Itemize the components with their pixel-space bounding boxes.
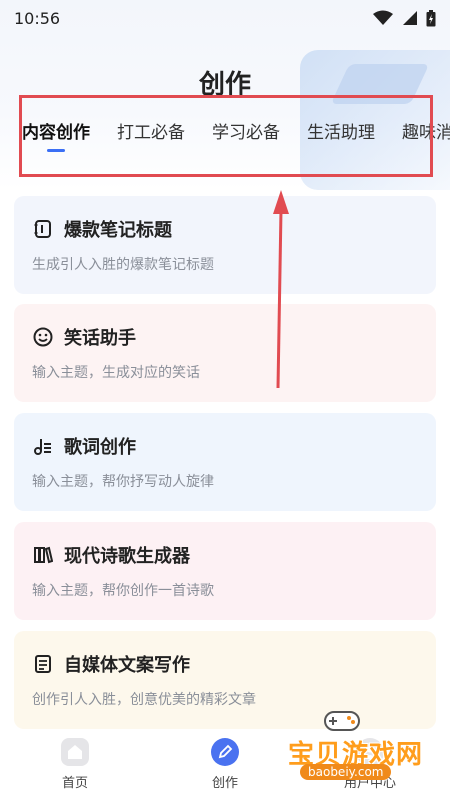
card-title: 笑话助手 [64,328,136,349]
smile-icon [32,326,54,348]
pen-icon [211,738,239,766]
site-watermark: 宝贝游戏网 baobeiy.com [272,698,442,788]
card-joke-assistant[interactable]: 笑话助手 输入主题，生成对应的笑话 [14,304,436,402]
annotation-highlight-box [19,95,433,177]
annotation-arrow [273,190,289,389]
card-title: 歌词创作 [64,437,136,458]
nav-create[interactable]: 创作 [190,738,260,791]
card-description: 输入主题，帮你创作一首诗歌 [32,583,214,599]
wifi-icon [373,10,393,25]
nav-home[interactable]: 首页 [40,738,110,791]
gamepad-icon [324,711,360,731]
card-description: 输入主题，生成对应的笑话 [32,365,200,381]
card-title: 自媒体文案写作 [64,655,190,676]
card-description: 输入主题，帮你抒写动人旋律 [32,474,214,490]
signal-icon [403,11,417,25]
card-lyrics-creation[interactable]: 歌词创作 输入主题，帮你抒写动人旋律 [14,413,436,511]
home-icon [61,738,89,766]
card-description: 生成引人入胜的爆款笔记标题 [32,257,214,273]
card-title: 现代诗歌生成器 [64,546,190,567]
watermark-url: baobeiy.com [300,764,392,780]
status-time: 10:56 [14,8,61,28]
music-note-icon [32,435,54,457]
card-poetry-generator[interactable]: 现代诗歌生成器 输入主题，帮你创作一首诗歌 [14,522,436,620]
nav-label: 创作 [211,776,238,791]
battery-icon [426,9,436,26]
notebook-icon [32,218,54,240]
card-title: 爆款笔记标题 [64,220,172,241]
card-note-title[interactable]: 爆款笔记标题 生成引人入胜的爆款笔记标题 [14,196,436,294]
status-bar: 10:56 [0,0,450,36]
document-icon [32,653,54,675]
status-icons [372,9,436,27]
nav-label: 首页 [61,776,88,791]
books-icon [32,544,54,566]
